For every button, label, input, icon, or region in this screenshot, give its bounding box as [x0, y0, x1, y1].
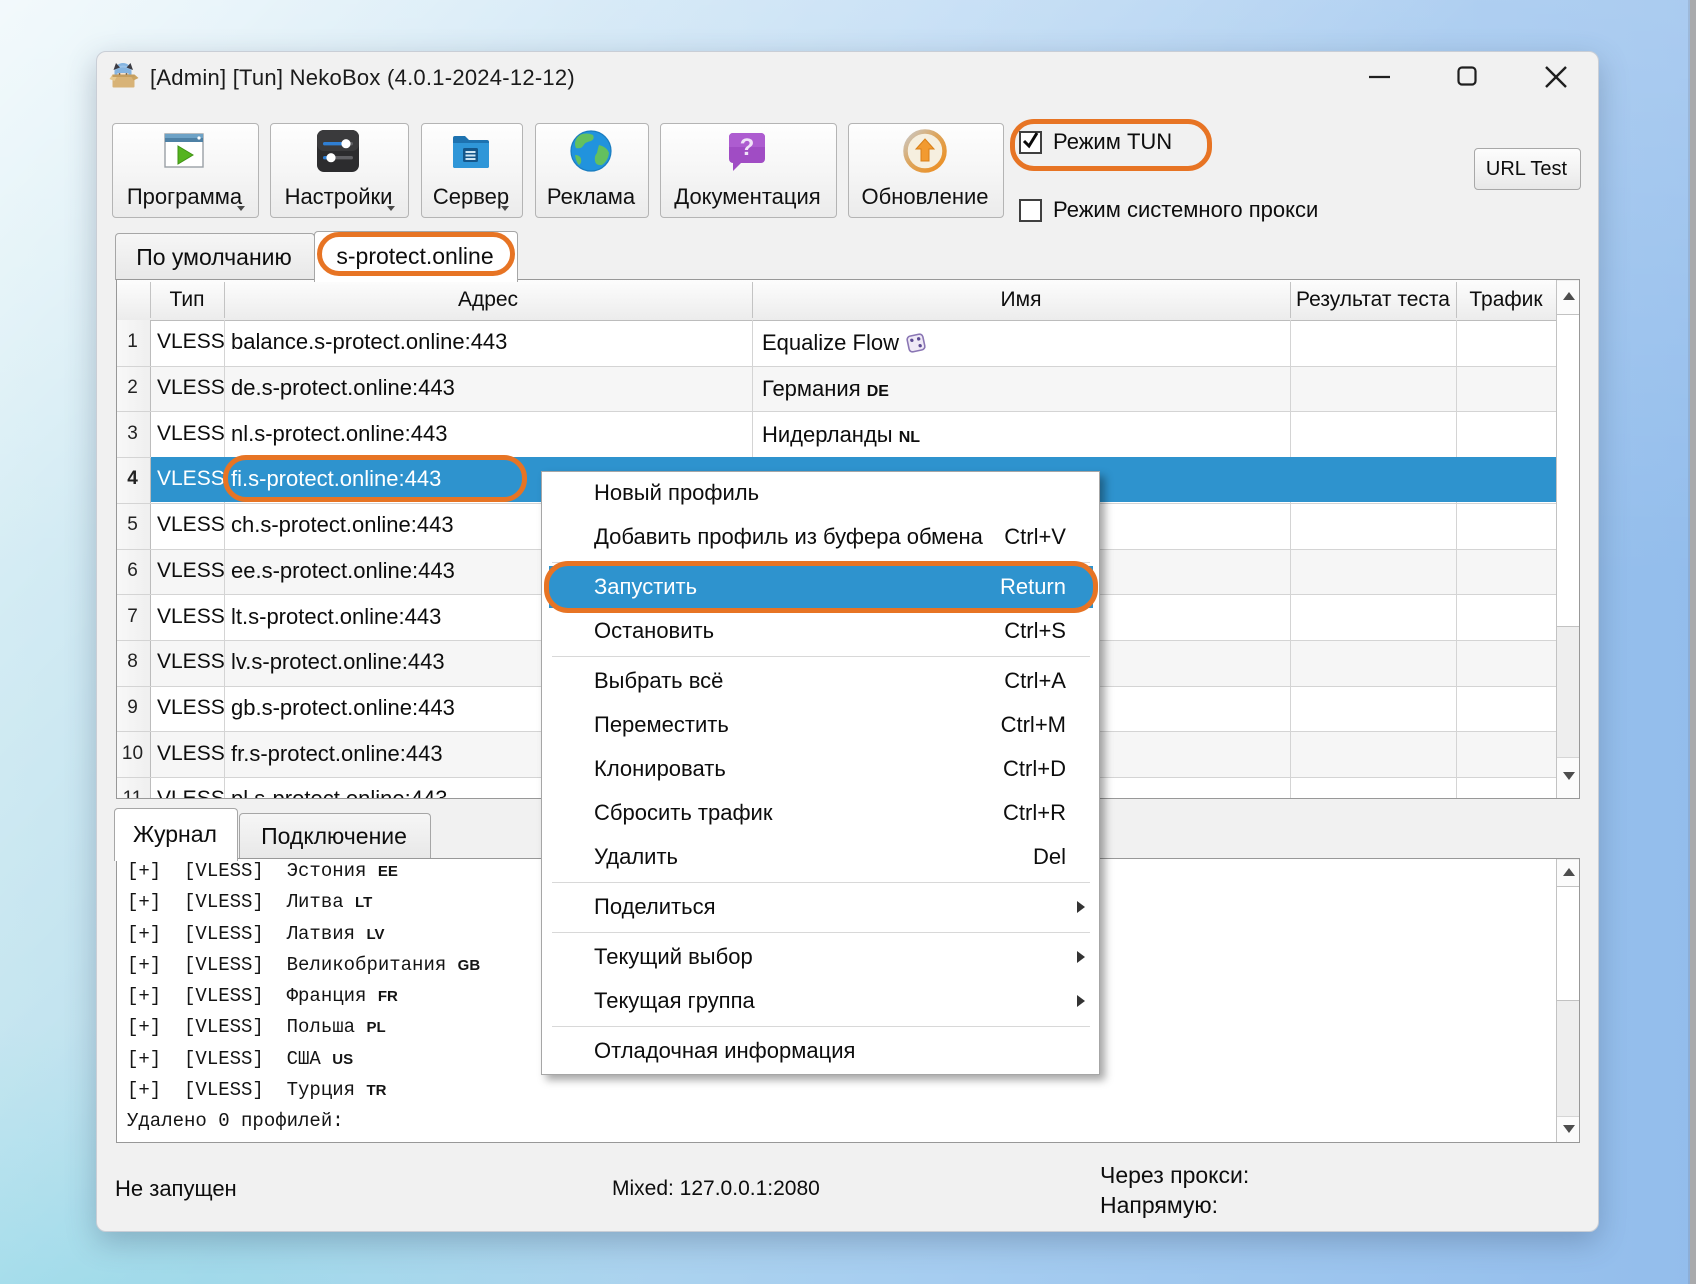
svg-text:?: ?	[740, 134, 755, 161]
